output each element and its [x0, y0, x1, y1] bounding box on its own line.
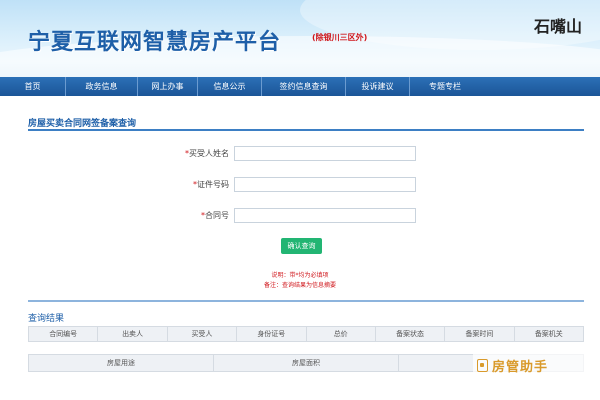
contract-number-label: *合同号: [201, 211, 229, 220]
col-contract-number: 合同编号: [29, 327, 99, 341]
submit-query-button[interactable]: 确认查询: [281, 238, 322, 254]
main-nav: 首页 政务信息 网上办事 信息公示 签约信息查询 投诉建议 专题专栏: [0, 77, 600, 96]
required-note: 说明：带*均为必填项: [271, 272, 329, 279]
nav-item-complaints[interactable]: 投诉建议: [346, 77, 410, 96]
col-seller: 出卖人: [98, 327, 168, 341]
col-filing-time: 备案时间: [445, 327, 515, 341]
nav-item-contract-query[interactable]: 签约信息查询: [262, 77, 346, 96]
buyer-name-input[interactable]: [234, 146, 416, 161]
result-note: 备注：查询结果为信息摘要: [263, 282, 336, 289]
results-title: 查询结果: [28, 314, 65, 324]
watermark: 房管助手: [473, 354, 585, 376]
col-id-number: 身份证号: [237, 327, 307, 341]
buyer-name-label: *买受人姓名: [185, 149, 229, 158]
col-filing-status: 备案状态: [376, 327, 446, 341]
page-title: 房屋买卖合同网签备案查询: [28, 119, 137, 129]
id-number-label: *证件号码: [193, 180, 229, 189]
title-divider: [28, 129, 584, 131]
results-table-header: 合同编号 出卖人 买受人 身份证号 总价 备案状态 备案时间 备案机关: [28, 326, 584, 342]
nav-item-home[interactable]: 首页: [0, 77, 66, 96]
site-subtitle: (除银川三区外): [312, 33, 368, 42]
id-number-input[interactable]: [234, 177, 416, 192]
col-buyer: 买受人: [168, 327, 238, 341]
col-house-use: 房屋用途: [29, 355, 214, 371]
buyer-name-row: *买受人姓名: [0, 146, 600, 162]
col-filing-authority: 备案机关: [534, 330, 563, 338]
col-house-area: 房屋面积: [214, 355, 399, 371]
contract-number-row: *合同号: [0, 208, 600, 224]
nav-item-online-services[interactable]: 网上办事: [138, 77, 198, 96]
region-name: 石嘴山: [533, 17, 582, 36]
contract-number-input[interactable]: [234, 208, 416, 223]
results-divider: [28, 300, 584, 302]
nav-item-public-info[interactable]: 信息公示: [198, 77, 262, 96]
house-manager-icon: [477, 358, 488, 372]
watermark-text: 房管助手: [492, 359, 549, 375]
nav-item-special-topics[interactable]: 专题专栏: [410, 77, 480, 96]
col-total-price: 总价: [307, 327, 376, 341]
nav-item-government-info[interactable]: 政务信息: [66, 77, 138, 96]
site-header: 宁夏互联网智慧房产平台 (除银川三区外) 石嘴山: [0, 0, 600, 77]
site-title: 宁夏互联网智慧房产平台: [28, 30, 282, 55]
id-number-row: *证件号码: [0, 177, 600, 193]
